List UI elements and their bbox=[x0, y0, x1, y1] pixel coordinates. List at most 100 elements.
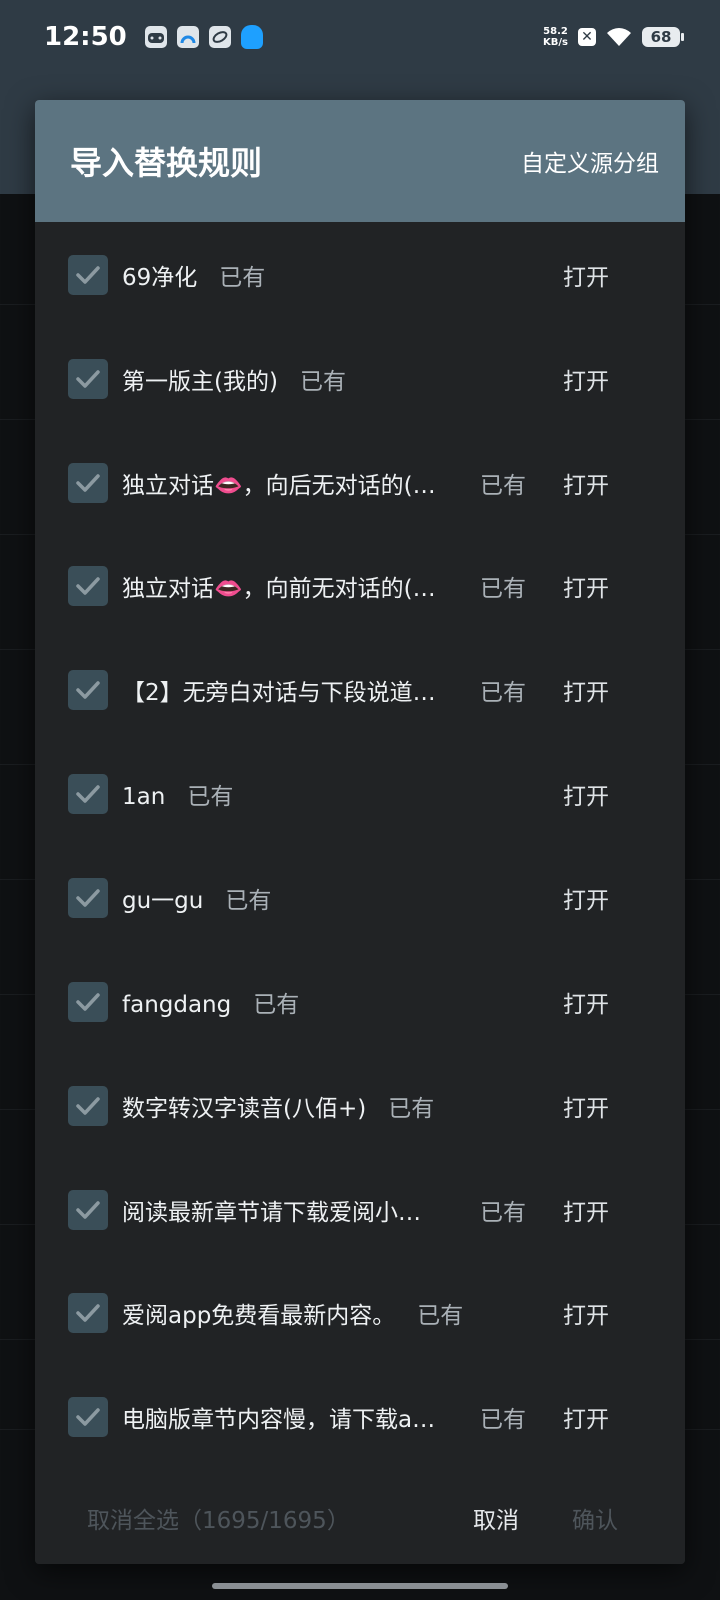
rule-label-group: 1an 已有 bbox=[122, 777, 233, 811]
deselect-all-button[interactable]: 取消全选（1695/1695） bbox=[87, 1501, 350, 1535]
rule-name: 独立对话👄，向后无对话的(… bbox=[122, 473, 436, 499]
rule-name: 数字转汉字读音(八佰+) bbox=[122, 1096, 367, 1122]
rule-name: gu一gu bbox=[122, 888, 204, 914]
rule-name: 第一版主(我的) bbox=[122, 369, 278, 395]
rule-checkbox[interactable] bbox=[68, 1397, 108, 1437]
rule-checkbox[interactable] bbox=[68, 463, 108, 503]
screen: 12:50 58.2 KB/s ✕ 68 导入替换规则 自定义源分组 69净化 … bbox=[0, 0, 720, 1600]
status-bar: 12:50 58.2 KB/s ✕ 68 bbox=[0, 0, 720, 74]
rule-item[interactable]: 数字转汉字读音(八佰+) 已有 打开 bbox=[35, 1053, 685, 1159]
rule-list[interactable]: 69净化 已有 打开 第一版主(我的) 已有 打开 独立对话👄，向后无对话的(… 已有 打开 独立… bbox=[35, 222, 685, 1472]
rule-label-group: 69净化 已有 bbox=[122, 258, 265, 292]
status-time: 12:50 bbox=[44, 22, 127, 52]
rule-name: 爱阅app免费看最新内容。 bbox=[122, 1303, 396, 1329]
rule-name: 电脑版章节内容慢，请下载a… bbox=[122, 1407, 436, 1433]
rule-checkbox[interactable] bbox=[68, 982, 108, 1022]
rule-name: 阅读最新章节请下载爱阅小… bbox=[122, 1200, 421, 1226]
rule-name: fangdang bbox=[122, 992, 232, 1018]
rule-name: 独立对话👄，向前无对话的(… bbox=[122, 576, 436, 602]
notification-icons bbox=[144, 25, 263, 49]
rule-checkbox[interactable] bbox=[68, 1086, 108, 1126]
battery-icon: 68 bbox=[642, 27, 684, 47]
rule-status: 已有 bbox=[480, 680, 526, 706]
rule-checkbox[interactable] bbox=[68, 1190, 108, 1230]
open-button[interactable]: 打开 bbox=[563, 1296, 609, 1330]
check-icon bbox=[76, 577, 100, 595]
open-button[interactable]: 打开 bbox=[563, 258, 609, 292]
rule-status: 已有 bbox=[480, 1407, 526, 1433]
check-icon bbox=[76, 993, 100, 1011]
rule-label-group: gu一gu 已有 bbox=[122, 881, 271, 915]
rule-checkbox[interactable] bbox=[68, 1293, 108, 1333]
rule-item[interactable]: 独立对话👄，向前无对话的(… 已有 打开 bbox=[35, 533, 685, 639]
rule-checkbox[interactable] bbox=[68, 566, 108, 606]
open-button[interactable]: 打开 bbox=[563, 466, 609, 500]
rule-item[interactable]: gu一gu 已有 打开 bbox=[35, 845, 685, 951]
dialog-footer: 取消全选（1695/1695） 取消 确认 bbox=[35, 1472, 685, 1564]
rule-status: 已有 bbox=[417, 1303, 464, 1329]
rule-item[interactable]: 1an 已有 打开 bbox=[35, 741, 685, 847]
check-icon bbox=[76, 474, 100, 492]
check-icon bbox=[76, 1201, 100, 1219]
rule-name: 【2】无旁白对话与下段说道… bbox=[122, 680, 436, 706]
rule-checkbox[interactable] bbox=[68, 774, 108, 814]
rule-checkbox[interactable] bbox=[68, 255, 108, 295]
rule-status: 已有 bbox=[480, 473, 526, 499]
open-button[interactable]: 打开 bbox=[563, 881, 609, 915]
wifi-icon bbox=[607, 28, 631, 46]
cancel-button[interactable]: 取消 bbox=[473, 1501, 519, 1535]
check-icon bbox=[76, 889, 100, 907]
check-icon bbox=[76, 785, 100, 803]
rule-status: 已有 bbox=[388, 1096, 435, 1122]
rule-status: 已有 bbox=[225, 888, 272, 914]
open-button[interactable]: 打开 bbox=[563, 1400, 609, 1434]
rule-status: 已有 bbox=[480, 576, 526, 602]
open-button[interactable]: 打开 bbox=[563, 1193, 609, 1227]
rule-item[interactable]: 第一版主(我的) 已有 打开 bbox=[35, 326, 685, 432]
app-icon bbox=[208, 26, 231, 48]
rule-item[interactable]: 阅读最新章节请下载爱阅小… 已有 打开 bbox=[35, 1157, 685, 1263]
rule-checkbox[interactable] bbox=[68, 878, 108, 918]
network-speed: 58.2 KB/s bbox=[543, 26, 568, 48]
app-icon bbox=[176, 26, 199, 48]
rule-item[interactable]: 爱阅app免费看最新内容。 已有 打开 bbox=[35, 1260, 685, 1366]
rule-label-group: 爱阅app免费看最新内容。 已有 bbox=[122, 1296, 463, 1330]
rule-label-group: 第一版主(我的) 已有 bbox=[122, 362, 346, 396]
check-icon bbox=[76, 370, 100, 388]
dialog-header: 导入替换规则 自定义源分组 bbox=[35, 100, 685, 222]
system-icons: 58.2 KB/s ✕ 68 bbox=[543, 26, 684, 48]
dialog-title: 导入替换规则 bbox=[70, 144, 263, 182]
check-icon bbox=[76, 1097, 100, 1115]
open-button[interactable]: 打开 bbox=[563, 569, 609, 603]
rule-item[interactable]: 独立对话👄，向后无对话的(… 已有 打开 bbox=[35, 430, 685, 536]
rule-status: 已有 bbox=[299, 369, 346, 395]
rule-status: 已有 bbox=[219, 265, 266, 291]
rule-item[interactable]: 69净化 已有 打开 bbox=[35, 222, 685, 328]
check-icon bbox=[76, 266, 100, 284]
rule-label-group: fangdang 已有 bbox=[122, 985, 299, 1019]
rule-name: 69净化 bbox=[122, 265, 198, 291]
open-button[interactable]: 打开 bbox=[563, 777, 609, 811]
check-icon bbox=[76, 1304, 100, 1322]
game-controller-icon bbox=[144, 26, 167, 48]
rule-item[interactable]: fangdang 已有 打开 bbox=[35, 949, 685, 1055]
open-button[interactable]: 打开 bbox=[563, 985, 609, 1019]
rule-name: 1an bbox=[122, 784, 166, 810]
rule-status: 已有 bbox=[480, 1200, 526, 1226]
rule-label-group: 数字转汉字读音(八佰+) 已有 bbox=[122, 1089, 434, 1123]
check-icon bbox=[76, 681, 100, 699]
rule-item[interactable]: 【2】无旁白对话与下段说道… 已有 打开 bbox=[35, 637, 685, 743]
open-button[interactable]: 打开 bbox=[563, 1089, 609, 1123]
rule-checkbox[interactable] bbox=[68, 670, 108, 710]
rule-item[interactable]: 电脑版章节内容慢，请下载a… 已有 打开 bbox=[35, 1364, 685, 1470]
open-button[interactable]: 打开 bbox=[563, 362, 609, 396]
home-indicator[interactable] bbox=[212, 1583, 508, 1589]
open-button[interactable]: 打开 bbox=[563, 673, 609, 707]
check-icon bbox=[76, 1408, 100, 1426]
rule-status: 已有 bbox=[187, 784, 234, 810]
sim-off-icon: ✕ bbox=[578, 28, 596, 46]
import-rules-dialog: 导入替换规则 自定义源分组 69净化 已有 打开 第一版主(我的) 已有 打开 独立对话👄，… bbox=[35, 100, 685, 1564]
rule-checkbox[interactable] bbox=[68, 359, 108, 399]
confirm-button[interactable]: 确认 bbox=[572, 1501, 618, 1535]
custom-group-button[interactable]: 自定义源分组 bbox=[521, 144, 659, 178]
